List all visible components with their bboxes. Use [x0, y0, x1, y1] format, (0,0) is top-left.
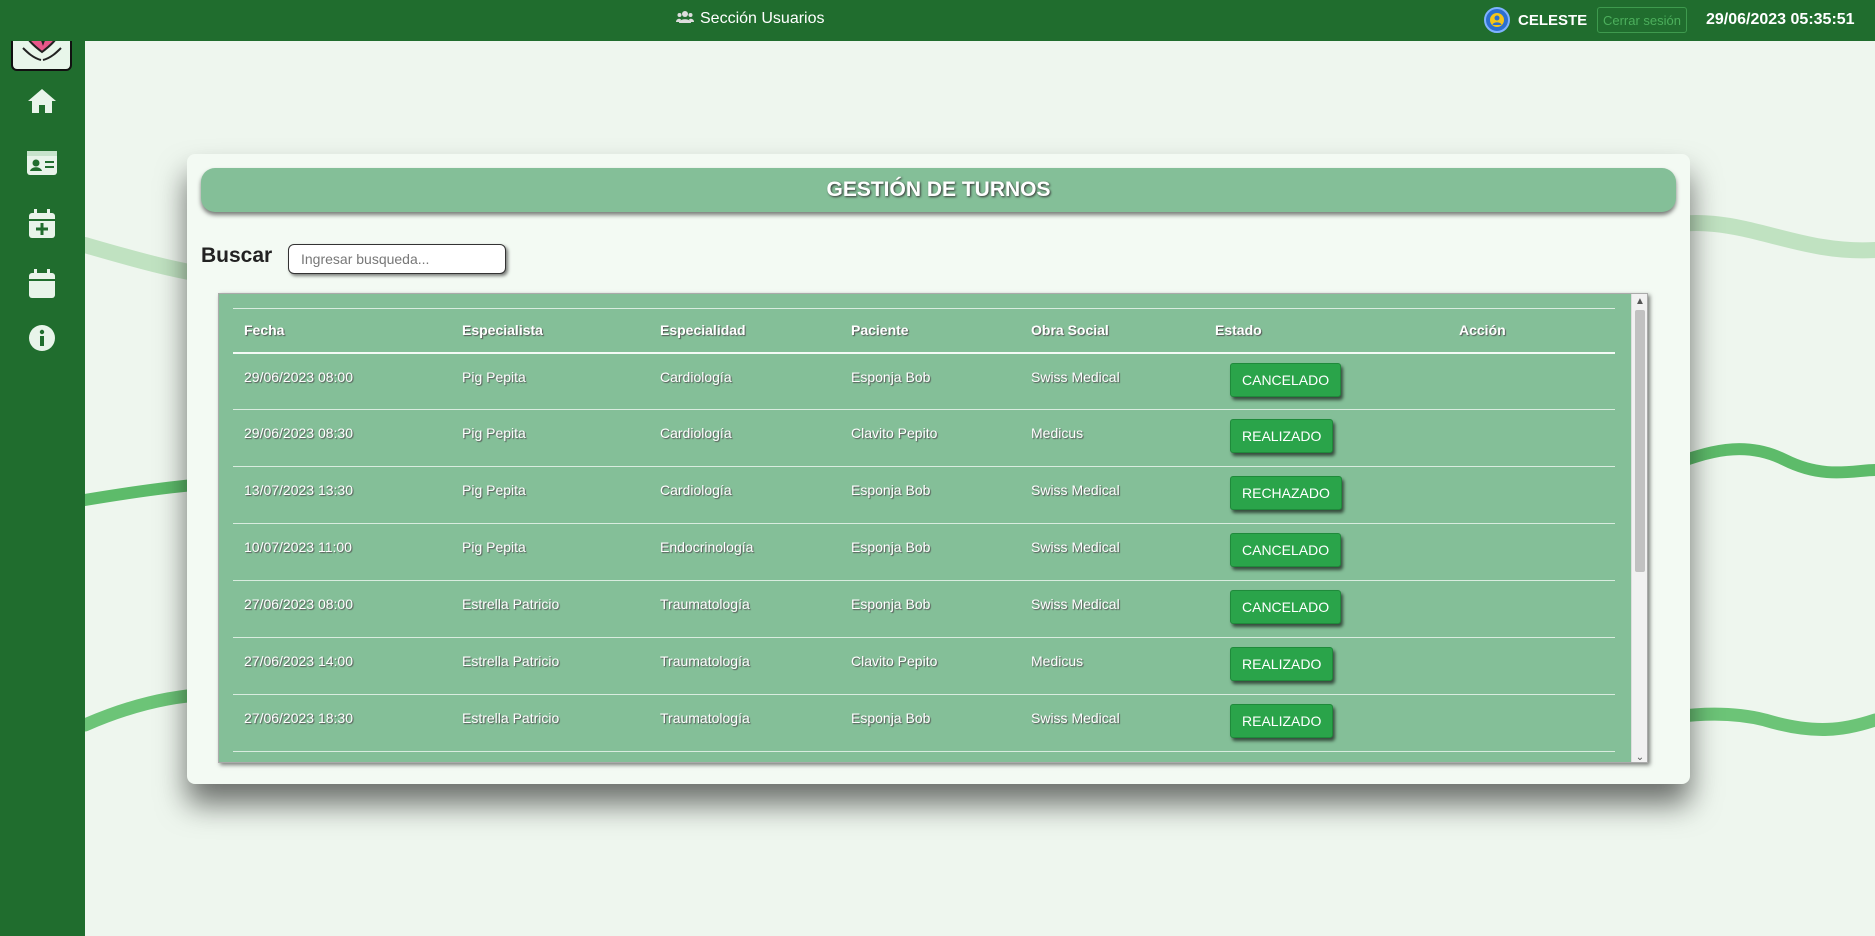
header-accion: Acción — [1448, 308, 1615, 354]
status-button[interactable]: REALIZADO — [1230, 647, 1334, 681]
sidebar — [0, 0, 85, 936]
cell-especialidad: Cardiología — [649, 409, 840, 467]
cell-especialista: Pig Pepita — [451, 523, 649, 581]
cell-accion — [1448, 466, 1615, 524]
home-icon[interactable] — [26, 85, 58, 117]
calendar-plus-icon[interactable] — [26, 208, 58, 240]
cell-obra-social: Swiss Medical — [1020, 523, 1204, 581]
cell-obra-social: Medicus — [1020, 409, 1204, 467]
appointments-table-container[interactable]: Fecha Especialista Especialidad Paciente… — [218, 293, 1648, 763]
header-obra-social: Obra Social — [1020, 308, 1204, 354]
cell-especialista: Pig Pepita — [451, 466, 649, 524]
cell-paciente: Esponja Bob — [840, 466, 1020, 524]
cell-accion — [1448, 352, 1615, 410]
status-button[interactable]: RECHAZADO — [1230, 476, 1342, 510]
cell-especialidad: Traumatología — [649, 694, 840, 752]
table-row: 10/07/2023 11:00 Pig Pepita Endocrinología… — [233, 523, 1615, 581]
cell-estado: CANCELADO — [1204, 580, 1448, 638]
header-fecha: Fecha — [233, 308, 451, 354]
cell-paciente: Esponja Bob — [840, 694, 1020, 752]
calendar-icon[interactable] — [26, 268, 58, 300]
cell-accion — [1448, 409, 1615, 467]
table-row: 27/06/2023 08:00 Estrella Patricio Traumat… — [233, 580, 1615, 638]
table-row: 13/07/2023 13:30 Pig Pepita Cardiología Esp… — [233, 466, 1615, 524]
cell-estado: CANCELADO — [1204, 523, 1448, 581]
header-especialista: Especialista — [451, 308, 649, 354]
table-row: 27/06/2023 14:00 Estrella Patricio Traumat… — [233, 637, 1615, 695]
cell-especialidad: Endocrinología — [649, 523, 840, 581]
cell-paciente: Clavito Pepito — [840, 409, 1020, 467]
header-especialidad: Especialidad — [649, 308, 840, 354]
user-info: CELESTE — [1484, 7, 1587, 33]
cell-paciente: Esponja Bob — [840, 580, 1020, 638]
user-name: CELESTE — [1518, 11, 1588, 29]
cell-fecha: 27/06/2023 08:00 — [233, 580, 451, 638]
cell-especialista: Estrella Patricio — [451, 580, 649, 638]
cell-especialista: Pig Pepita — [451, 409, 649, 467]
info-icon[interactable] — [26, 322, 58, 354]
scroll-up-icon[interactable]: ▲ — [1632, 294, 1647, 308]
status-button[interactable]: CANCELADO — [1230, 362, 1342, 397]
cell-accion — [1448, 637, 1615, 695]
cell-fecha: 27/06/2023 14:00 — [233, 637, 451, 695]
table-row: 29/06/2023 08:30 Pig Pepita Cardiología Cla… — [233, 409, 1615, 467]
cell-obra-social: Swiss Medical — [1020, 580, 1204, 638]
appointments-card: GESTIÓN DE TURNOS Buscar Fecha Especiali… — [187, 154, 1690, 784]
header-paciente: Paciente — [840, 308, 1020, 354]
table-header-row: Fecha Especialista Especialidad Paciente… — [233, 308, 1615, 354]
section-label: Sección Usuarios — [700, 10, 825, 27]
page-title: GESTIÓN DE TURNOS — [201, 168, 1676, 212]
cell-accion — [1448, 694, 1615, 752]
scroll-down-icon[interactable]: ⌄ — [1632, 750, 1647, 763]
id-card-icon[interactable] — [26, 147, 58, 179]
cell-estado: REALIZADO — [1204, 409, 1448, 467]
cell-especialista: Estrella Patricio — [451, 637, 649, 695]
cell-accion — [1448, 523, 1615, 581]
table-row: 29/06/2023 08:00 Pig Pepita Cardiología Esp… — [233, 352, 1615, 410]
section-title: Sección Usuarios — [676, 10, 825, 28]
cell-especialidad: Traumatología — [649, 580, 840, 638]
top-bar: Sección Usuarios CELESTE Cerrar sesión 2… — [0, 0, 1875, 41]
cell-obra-social: Swiss Medical — [1020, 352, 1204, 410]
cell-obra-social: Swiss Medical — [1020, 466, 1204, 524]
cell-paciente: Esponja Bob — [840, 352, 1020, 410]
users-icon — [676, 10, 694, 28]
cell-especialidad: Traumatología — [649, 637, 840, 695]
cell-estado: CANCELADO — [1204, 352, 1448, 410]
cell-especialidad: Cardiología — [649, 466, 840, 524]
table-row: 27/06/2023 18:30 Estrella Patricio Traumat… — [233, 694, 1615, 752]
cell-obra-social: Medicus — [1020, 637, 1204, 695]
status-button[interactable]: REALIZADO — [1230, 704, 1334, 738]
status-button[interactable]: CANCELADO — [1230, 533, 1342, 567]
search-input[interactable] — [288, 244, 506, 274]
scroll-thumb[interactable] — [1635, 310, 1645, 572]
cell-obra-social: Swiss Medical — [1020, 694, 1204, 752]
cell-accion — [1448, 580, 1615, 638]
search-label: Buscar — [201, 244, 273, 267]
user-avatar-icon — [1484, 7, 1510, 33]
cell-fecha: 10/07/2023 11:00 — [233, 523, 451, 581]
appointments-table: Fecha Especialista Especialidad Paciente… — [233, 308, 1615, 752]
cell-estado: REALIZADO — [1204, 637, 1448, 695]
status-button[interactable]: REALIZADO — [1230, 419, 1334, 453]
logout-button[interactable]: Cerrar sesión — [1597, 7, 1687, 33]
cell-fecha: 27/06/2023 18:30 — [233, 694, 451, 752]
cell-especialista: Pig Pepita — [451, 352, 649, 410]
current-datetime: 29/06/2023 05:35:51 — [1706, 11, 1855, 28]
status-button[interactable]: CANCELADO — [1230, 590, 1342, 624]
table-scrollbar[interactable]: ▲ ⌄ — [1631, 294, 1647, 763]
cell-especialista: Estrella Patricio — [451, 694, 649, 752]
cell-paciente: Esponja Bob — [840, 523, 1020, 581]
cell-estado: RECHAZADO — [1204, 466, 1448, 524]
cell-estado: REALIZADO — [1204, 694, 1448, 752]
header-estado: Estado — [1204, 308, 1448, 354]
cell-especialidad: Cardiología — [649, 352, 840, 410]
cell-fecha: 13/07/2023 13:30 — [233, 466, 451, 524]
cell-fecha: 29/06/2023 08:30 — [233, 409, 451, 467]
cell-paciente: Clavito Pepito — [840, 637, 1020, 695]
cell-fecha: 29/06/2023 08:00 — [233, 352, 451, 410]
